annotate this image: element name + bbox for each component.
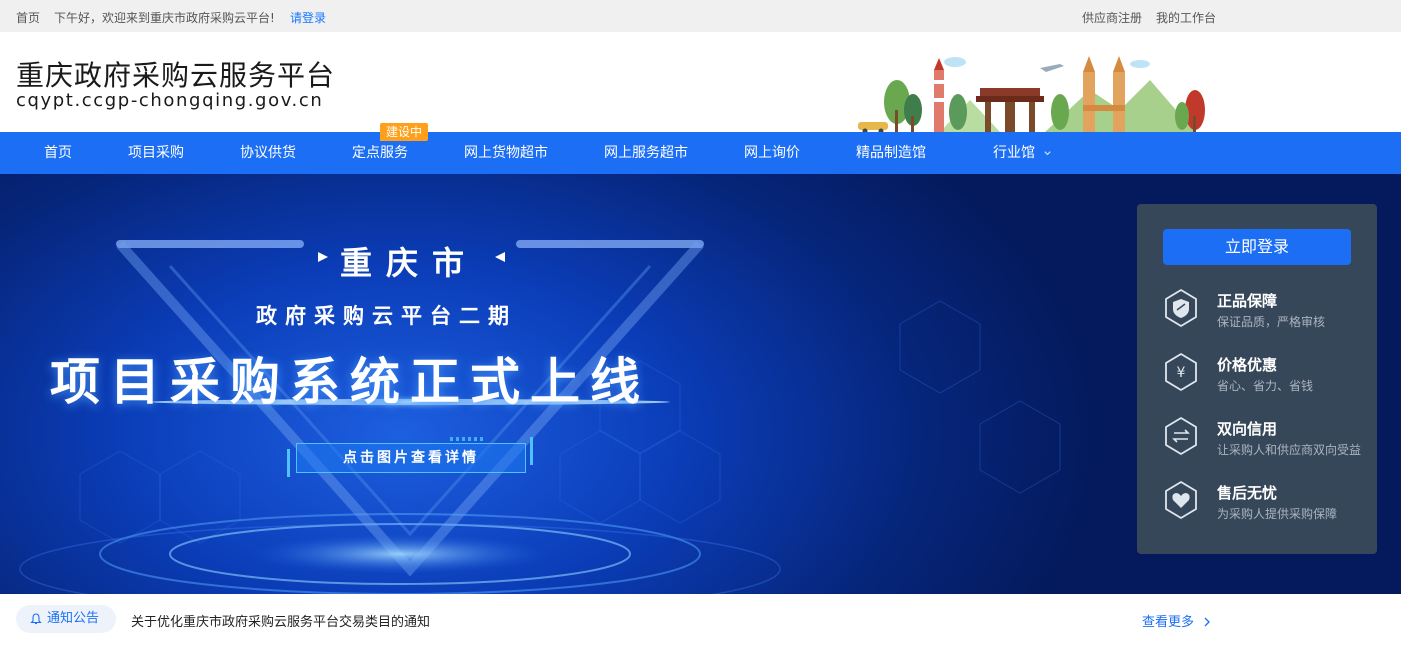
feature-desc-credit: 让采购人和供应商双向受益: [1217, 443, 1362, 457]
top-home-link[interactable]: 首页: [16, 9, 40, 26]
notice-label: 通知公告: [47, 611, 100, 626]
feature-title-price: 价格优惠: [1217, 356, 1278, 374]
feature-desc-aftersales: 为采购人提供采购保障: [1217, 507, 1338, 521]
site-title[interactable]: 重庆政府采购云服务平台: [16, 54, 335, 94]
chevron-right-icon: [1204, 617, 1211, 627]
my-workspace-link[interactable]: 我的工作台: [1156, 9, 1216, 26]
nav-home[interactable]: 首页: [44, 132, 72, 174]
feature-title-credit: 双向信用: [1217, 420, 1278, 438]
banner-city-title: 重庆市: [340, 244, 479, 282]
nav-online-inquiry[interactable]: 网上询价: [744, 132, 800, 174]
supplier-register-link[interactable]: 供应商注册: [1082, 9, 1142, 26]
top-bar: 首页 下午好，欢迎来到重庆市政府采购云平台! 请登录 供应商注册 我的工作台: [0, 0, 1401, 32]
banner-details-button[interactable]: 点击图片查看详情: [296, 443, 526, 473]
banner-main-title: 项目采购系统正式上线: [50, 353, 650, 411]
heart-hand-icon: [1165, 480, 1197, 520]
feature-desc-genuine: 保证品质，严格审核: [1217, 315, 1326, 329]
login-side-panel: 立即登录 正品保障 保证品质，严格审核 ¥ 价格优惠 省心、省力、省钱 双向信用…: [1137, 204, 1377, 554]
feature-title-aftersales: 售后无忧: [1217, 484, 1278, 502]
nav-industry-hall[interactable]: 行业馆: [993, 132, 1052, 174]
city-skyline-illustration: [858, 56, 1205, 132]
nav-premium-manufacturing[interactable]: 精品制造馆: [856, 132, 926, 174]
banner-phase-title: 政府采购云平台二期: [256, 304, 517, 328]
view-more-link[interactable]: 查看更多: [1142, 611, 1211, 630]
notice-label-pill: 通知公告: [16, 605, 116, 633]
main-nav: 首页 项目采购 协议供货 定点服务 建设中 网上货物超市 网上服务超市 网上询价…: [0, 123, 1401, 174]
feature-desc-price: 省心、省力、省钱: [1217, 379, 1314, 393]
nav-service-market[interactable]: 网上服务超市: [604, 132, 688, 174]
exchange-icon: [1165, 416, 1197, 456]
nav-project-procurement[interactable]: 项目采购: [128, 132, 184, 174]
nav-goods-market[interactable]: 网上货物超市: [464, 132, 548, 174]
chevron-down-icon: [1044, 150, 1052, 155]
nav-agreement-supply[interactable]: 协议供货: [240, 132, 296, 174]
under-construction-badge: 建设中: [380, 123, 429, 141]
view-more-label: 查看更多: [1142, 615, 1195, 630]
notice-headline-link[interactable]: 关于优化重庆市政府采购云服务平台交易类目的通知: [131, 611, 430, 630]
login-link[interactable]: 请登录: [290, 9, 326, 26]
login-now-button[interactable]: 立即登录: [1163, 229, 1351, 265]
site-header: 重庆政府采购云服务平台 cqypt.ccgp-chongqing.gov.cn: [0, 32, 1401, 132]
notice-bar: 通知公告 关于优化重庆市政府采购云服务平台交易类目的通知 查看更多: [0, 594, 1401, 646]
bell-icon: [30, 613, 42, 625]
shield-icon: [1165, 288, 1197, 328]
yen-icon: ¥: [1165, 352, 1197, 392]
nav-industry-hall-label: 行业馆: [993, 145, 1035, 161]
feature-title-genuine: 正品保障: [1217, 292, 1278, 310]
greeting-text: 下午好，欢迎来到重庆市政府采购云平台!: [54, 11, 275, 25]
site-domain: cqypt.ccgp-chongqing.gov.cn: [16, 90, 324, 111]
svg-text:¥: ¥: [1177, 365, 1186, 381]
